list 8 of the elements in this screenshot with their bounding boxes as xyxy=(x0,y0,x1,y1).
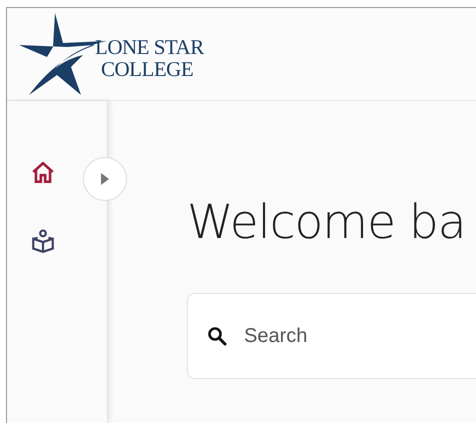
search-icon xyxy=(207,326,227,346)
search-field[interactable]: Search xyxy=(187,293,476,379)
page-title: Welcome ba xyxy=(187,194,467,252)
logo-text: COLLEGE xyxy=(100,58,194,80)
home-icon xyxy=(30,160,56,186)
person-reading-icon xyxy=(30,228,56,254)
logo-text: LONE STAR xyxy=(95,36,204,58)
expand-button[interactable] xyxy=(83,157,127,201)
